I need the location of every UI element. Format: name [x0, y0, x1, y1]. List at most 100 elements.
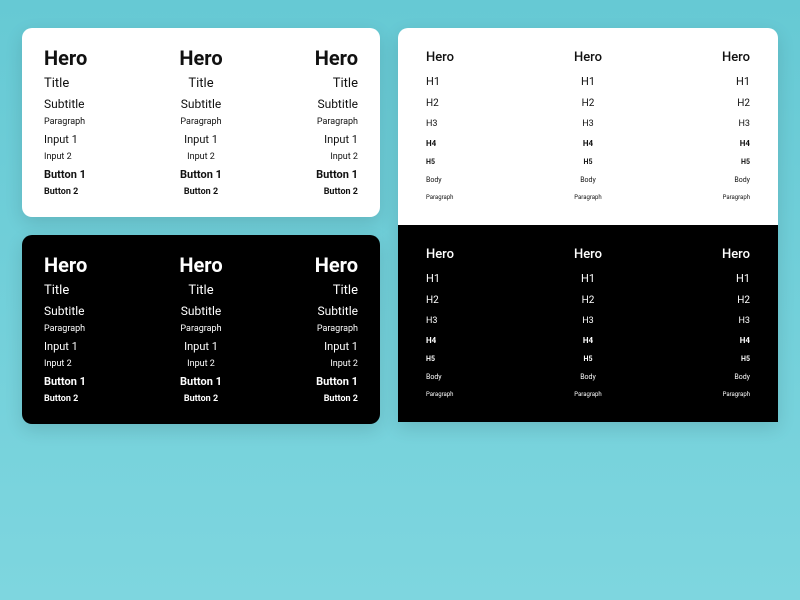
text-hero: Hero — [574, 50, 602, 65]
text-paragraph: Paragraph — [723, 391, 750, 398]
card-typography-scale: Hero H1 H2 H3 H4 H5 Body Paragraph Hero … — [398, 28, 778, 422]
text-paragraph: Paragraph — [426, 391, 453, 398]
text-hero: Hero — [722, 50, 750, 65]
column-left-align: Hero H1 H2 H3 H4 H5 Body Paragraph — [426, 50, 454, 201]
text-subtitle: Subtitle — [44, 97, 85, 111]
text-input2: Input 2 — [187, 152, 215, 162]
text-h1: H1 — [581, 272, 595, 285]
column-right-align: Hero H1 H2 H3 H4 H5 Body Paragraph — [722, 50, 750, 201]
text-input1: Input 1 — [324, 340, 358, 353]
text-input2: Input 2 — [330, 152, 358, 162]
text-button1: Button 1 — [44, 168, 86, 181]
text-h2: H2 — [582, 295, 595, 306]
text-input2: Input 2 — [330, 359, 358, 369]
text-hero: Hero — [179, 46, 222, 70]
text-hero: Hero — [44, 46, 87, 70]
text-paragraph: Paragraph — [723, 194, 750, 201]
text-paragraph: Paragraph — [180, 324, 221, 334]
column-center-align: Hero H1 H2 H3 H4 H5 Body Paragraph — [574, 50, 602, 201]
text-subtitle: Subtitle — [181, 304, 222, 318]
column-right-align: Hero Title Subtitle Paragraph Input 1 In… — [315, 253, 358, 404]
text-paragraph: Paragraph — [180, 117, 221, 127]
text-subtitle: Subtitle — [181, 97, 222, 111]
text-body: Body — [426, 176, 442, 184]
text-button1: Button 1 — [316, 375, 358, 388]
text-button2: Button 2 — [184, 187, 218, 197]
text-h5: H5 — [741, 158, 750, 166]
text-hero: Hero — [574, 247, 602, 262]
text-h5: H5 — [584, 158, 593, 166]
text-button2: Button 2 — [184, 394, 218, 404]
column-right-align: Hero Title Subtitle Paragraph Input 1 In… — [315, 46, 358, 197]
text-h4: H4 — [426, 336, 436, 345]
text-h4: H4 — [583, 336, 593, 345]
text-hero: Hero — [315, 253, 358, 277]
text-paragraph: Paragraph — [574, 194, 601, 201]
text-paragraph: Paragraph — [44, 117, 85, 127]
column-left-align: Hero Title Subtitle Paragraph Input 1 In… — [44, 46, 87, 197]
card-components-light: Hero Title Subtitle Paragraph Input 1 In… — [22, 28, 380, 217]
panel-typography-dark: Hero H1 H2 H3 H4 H5 Body Paragraph Hero … — [398, 225, 778, 422]
text-title: Title — [44, 283, 69, 298]
text-h2: H2 — [582, 98, 595, 109]
text-h3: H3 — [739, 119, 750, 129]
text-button2: Button 2 — [324, 187, 358, 197]
text-body: Body — [580, 176, 596, 184]
text-h2: H2 — [426, 295, 439, 306]
text-paragraph: Paragraph — [317, 117, 358, 127]
column-center-align: Hero H1 H2 H3 H4 H5 Body Paragraph — [574, 247, 602, 398]
text-body: Body — [580, 373, 596, 381]
text-paragraph: Paragraph — [44, 324, 85, 334]
text-title: Title — [188, 283, 213, 298]
text-subtitle: Subtitle — [317, 97, 358, 111]
text-h4: H4 — [740, 336, 750, 345]
text-h1: H1 — [736, 75, 750, 88]
text-h2: H2 — [737, 98, 750, 109]
text-title: Title — [333, 283, 358, 298]
text-h3: H3 — [426, 316, 437, 326]
text-h2: H2 — [737, 295, 750, 306]
text-hero: Hero — [426, 247, 454, 262]
text-h5: H5 — [741, 355, 750, 363]
text-input2: Input 2 — [44, 359, 72, 369]
column-left-align: Hero H1 H2 H3 H4 H5 Body Paragraph — [426, 247, 454, 398]
text-paragraph: Paragraph — [317, 324, 358, 334]
text-body: Body — [734, 373, 750, 381]
text-hero: Hero — [179, 253, 222, 277]
text-hero: Hero — [315, 46, 358, 70]
column-left-align: Hero Title Subtitle Paragraph Input 1 In… — [44, 253, 87, 404]
text-button2: Button 2 — [44, 187, 78, 197]
text-button1: Button 1 — [316, 168, 358, 181]
panel-typography-light: Hero H1 H2 H3 H4 H5 Body Paragraph Hero … — [398, 28, 778, 225]
text-paragraph: Paragraph — [426, 194, 453, 201]
text-h4: H4 — [583, 139, 593, 148]
text-h4: H4 — [740, 139, 750, 148]
card-components-dark: Hero Title Subtitle Paragraph Input 1 In… — [22, 235, 380, 424]
text-input1: Input 1 — [44, 340, 78, 353]
text-input1: Input 1 — [184, 340, 218, 353]
text-input2: Input 2 — [44, 152, 72, 162]
text-button1: Button 1 — [180, 375, 222, 388]
column-center-align: Hero Title Subtitle Paragraph Input 1 In… — [179, 46, 222, 197]
text-h4: H4 — [426, 139, 436, 148]
text-title: Title — [44, 76, 69, 91]
text-input1: Input 1 — [324, 133, 358, 146]
text-h1: H1 — [581, 75, 595, 88]
text-title: Title — [333, 76, 358, 91]
text-h5: H5 — [426, 158, 435, 166]
text-hero: Hero — [722, 247, 750, 262]
text-h3: H3 — [582, 119, 593, 129]
text-paragraph: Paragraph — [574, 391, 601, 398]
text-button2: Button 2 — [44, 394, 78, 404]
text-hero: Hero — [44, 253, 87, 277]
text-button1: Button 1 — [180, 168, 222, 181]
text-h2: H2 — [426, 98, 439, 109]
text-h1: H1 — [736, 272, 750, 285]
text-hero: Hero — [426, 50, 454, 65]
text-input2: Input 2 — [187, 359, 215, 369]
text-h3: H3 — [582, 316, 593, 326]
text-button2: Button 2 — [324, 394, 358, 404]
text-subtitle: Subtitle — [44, 304, 85, 318]
text-h1: H1 — [426, 272, 440, 285]
text-h3: H3 — [426, 119, 437, 129]
